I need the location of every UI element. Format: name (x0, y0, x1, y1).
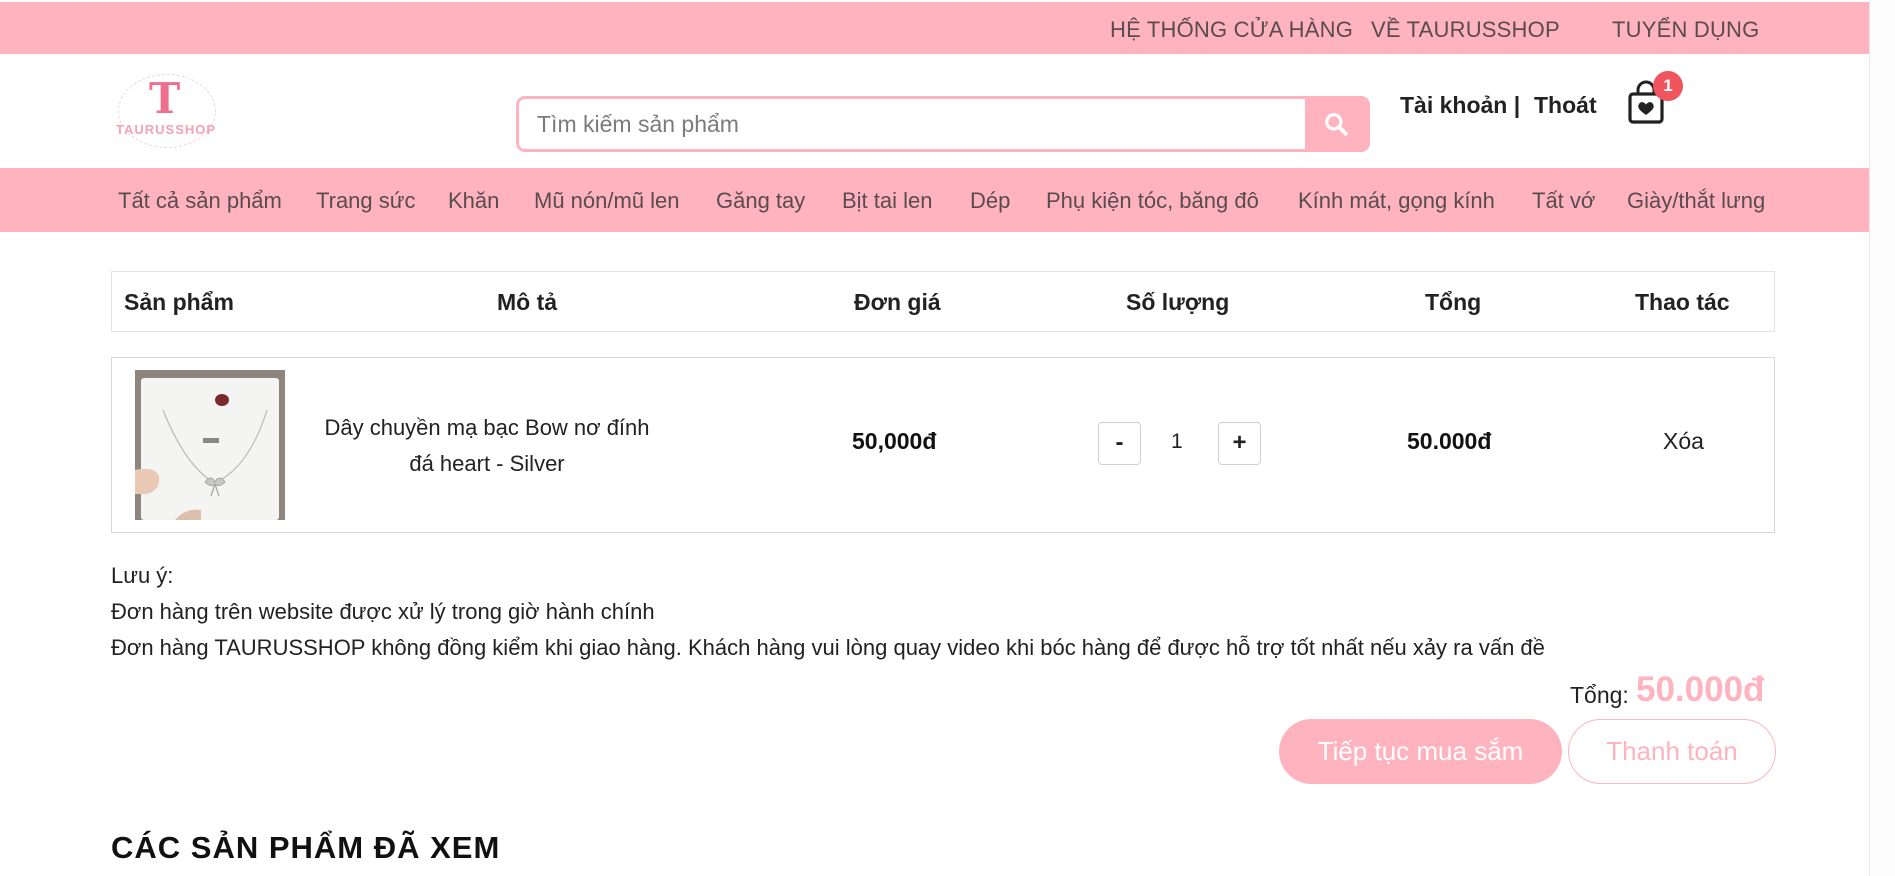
top-bar: HỆ THỐNG CỬA HÀNG VỀ TAURUSSHOP TUYỂN DỤ… (0, 2, 1893, 54)
nav-item-jewelry[interactable]: Trang sức (316, 188, 416, 214)
increase-quantity-button[interactable]: + (1218, 422, 1261, 465)
nav-item-hats[interactable]: Mũ nón/mũ len (534, 188, 680, 214)
column-header-description: Mô tả (497, 289, 558, 315)
logo-text: TAURUSSHOP (116, 122, 217, 137)
search-icon (1325, 113, 1348, 136)
account-link[interactable]: Tài khoản | (1400, 92, 1520, 119)
careers-link[interactable]: TUYỂN DỤNG (1612, 17, 1759, 43)
notes-title: Lưu ý: (111, 563, 174, 588)
line-total: 50.000đ (1407, 428, 1492, 454)
necklace-product-image (135, 370, 285, 520)
nav-item-hair-accessories[interactable]: Phụ kiện tóc, băng đô (1046, 188, 1259, 214)
nav-item-sunglasses[interactable]: Kính mát, gọng kính (1298, 188, 1495, 214)
nav-item-earmuffs[interactable]: Bịt tai len (842, 188, 933, 214)
nav-item-scarves[interactable]: Khăn (448, 188, 499, 214)
column-header-action: Thao tác (1635, 289, 1730, 315)
grand-total-value: 50.000đ (1636, 670, 1765, 709)
store-system-link[interactable]: HỆ THỐNG CỬA HÀNG (1110, 17, 1353, 43)
continue-shopping-button[interactable]: Tiếp tục mua sắm (1279, 719, 1562, 784)
grand-total-label: Tổng: (1570, 682, 1629, 708)
notes-line-1: Đơn hàng trên website được xử lý trong g… (111, 599, 655, 624)
checkout-button[interactable]: Thanh toán (1568, 719, 1776, 784)
nav-item-slippers[interactable]: Dép (970, 188, 1010, 214)
decrease-quantity-button[interactable]: - (1098, 422, 1141, 465)
nav-item-gloves[interactable]: Găng tay (716, 188, 805, 214)
nav-item-socks[interactable]: Tất vớ (1532, 188, 1595, 214)
logo-letter: T (149, 74, 181, 123)
about-link[interactable]: VỀ TAURUSSHOP (1371, 17, 1560, 43)
remove-item-button[interactable]: Xóa (1663, 428, 1704, 455)
nav-item-shoes-belts[interactable]: Giày/thắt lưng (1627, 188, 1765, 214)
cart-table-header: Sản phẩm Mô tả Đơn giá Số lượng Tổng Tha… (111, 271, 1775, 332)
page-scrollbar[interactable] (1869, 0, 1895, 876)
column-header-unit-price: Đơn giá (854, 289, 941, 315)
search-bar (516, 96, 1370, 152)
cart-item-row: Dây chuyền mạ bạc Bow nơ đính đá heart -… (111, 357, 1775, 533)
search-button[interactable] (1305, 99, 1367, 149)
product-description[interactable]: Dây chuyền mạ bạc Bow nơ đính đá heart -… (322, 410, 652, 482)
nav-item-all-products[interactable]: Tất cả sản phẩm (118, 188, 282, 214)
notes-line-2: Đơn hàng TAURUSSHOP không đồng kiểm khi … (111, 635, 1545, 660)
category-nav: Tất cả sản phẩm Trang sức Khăn Mũ nón/mũ… (0, 168, 1893, 232)
product-thumbnail[interactable] (135, 370, 285, 520)
logout-link[interactable]: Thoát (1534, 92, 1597, 119)
logo[interactable]: T TAURUSSHOP (112, 72, 220, 148)
search-input[interactable] (519, 99, 1305, 149)
quantity-value[interactable]: 1 (1171, 430, 1183, 454)
unit-price: 50,000đ (852, 428, 937, 454)
cart-page: HỆ THỐNG CỬA HÀNG VỀ TAURUSSHOP TUYỂN DỤ… (0, 0, 1895, 876)
column-header-total: Tổng (1425, 289, 1482, 315)
order-notes: Lưu ý: Đơn hàng trên website được xử lý … (111, 558, 1545, 666)
column-header-product: Sản phẩm (124, 289, 234, 315)
cart-count-badge: 1 (1653, 71, 1683, 101)
header: T TAURUSSHOP Tài khoản | Thoát 1 (0, 54, 1893, 168)
viewed-products-heading: CÁC SẢN PHẨM ĐÃ XEM (111, 830, 501, 865)
column-header-quantity: Số lượng (1126, 289, 1230, 315)
